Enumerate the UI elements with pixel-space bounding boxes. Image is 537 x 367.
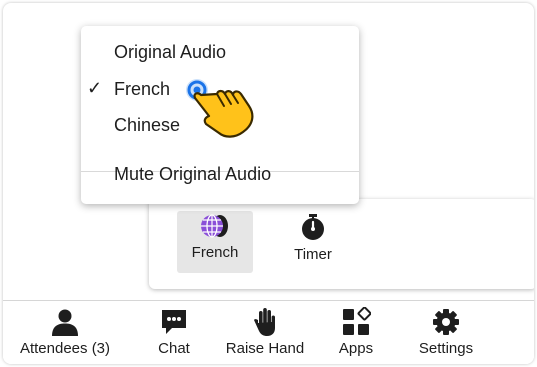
attendees-icon [52, 309, 78, 336]
menu-item-mute-original-audio[interactable]: Mute Original Audio [81, 164, 359, 188]
chat-icon [162, 310, 186, 334]
timer-label: Timer [294, 246, 332, 263]
settings-button[interactable]: Settings [411, 307, 481, 357]
apps-label: Apps [338, 340, 374, 357]
app-window: French Timer Attendees (3) Chat Raise Ha… [3, 3, 534, 364]
meeting-toolbar: Attendees (3) Chat Raise Hand Apps Setti… [3, 300, 534, 364]
raise-hand-button[interactable]: Raise Hand [223, 307, 307, 357]
settings-icon [433, 309, 459, 335]
menu-item-original-audio[interactable]: Original Audio [81, 42, 359, 66]
menu-item-label: Original Audio [114, 42, 227, 62]
timer-button[interactable]: Timer [283, 211, 343, 273]
apps-button[interactable]: Apps [331, 307, 381, 357]
interpretation-panel: French Timer [149, 199, 534, 289]
menu-item-label: Chinese [114, 115, 181, 135]
attendees-button[interactable]: Attendees (3) [15, 307, 115, 357]
french-language-label: French [191, 244, 239, 261]
menu-item-label: French [114, 79, 171, 99]
menu-item-label: Mute Original Audio [114, 164, 272, 184]
pointer-hand-cursor-icon [186, 79, 254, 138]
apps-icon [343, 307, 371, 335]
settings-label: Settings [418, 340, 474, 357]
timer-icon [302, 214, 324, 240]
checkmark-icon: ✓ [87, 78, 103, 98]
raise-hand-label: Raise Hand [225, 340, 305, 357]
chat-button[interactable]: Chat [149, 307, 199, 357]
french-language-button[interactable]: French [177, 211, 253, 273]
chat-label: Chat [158, 340, 190, 357]
globe-icon [201, 214, 228, 238]
raise-hand-icon [254, 308, 275, 336]
attendees-label: Attendees (3) [19, 340, 111, 357]
